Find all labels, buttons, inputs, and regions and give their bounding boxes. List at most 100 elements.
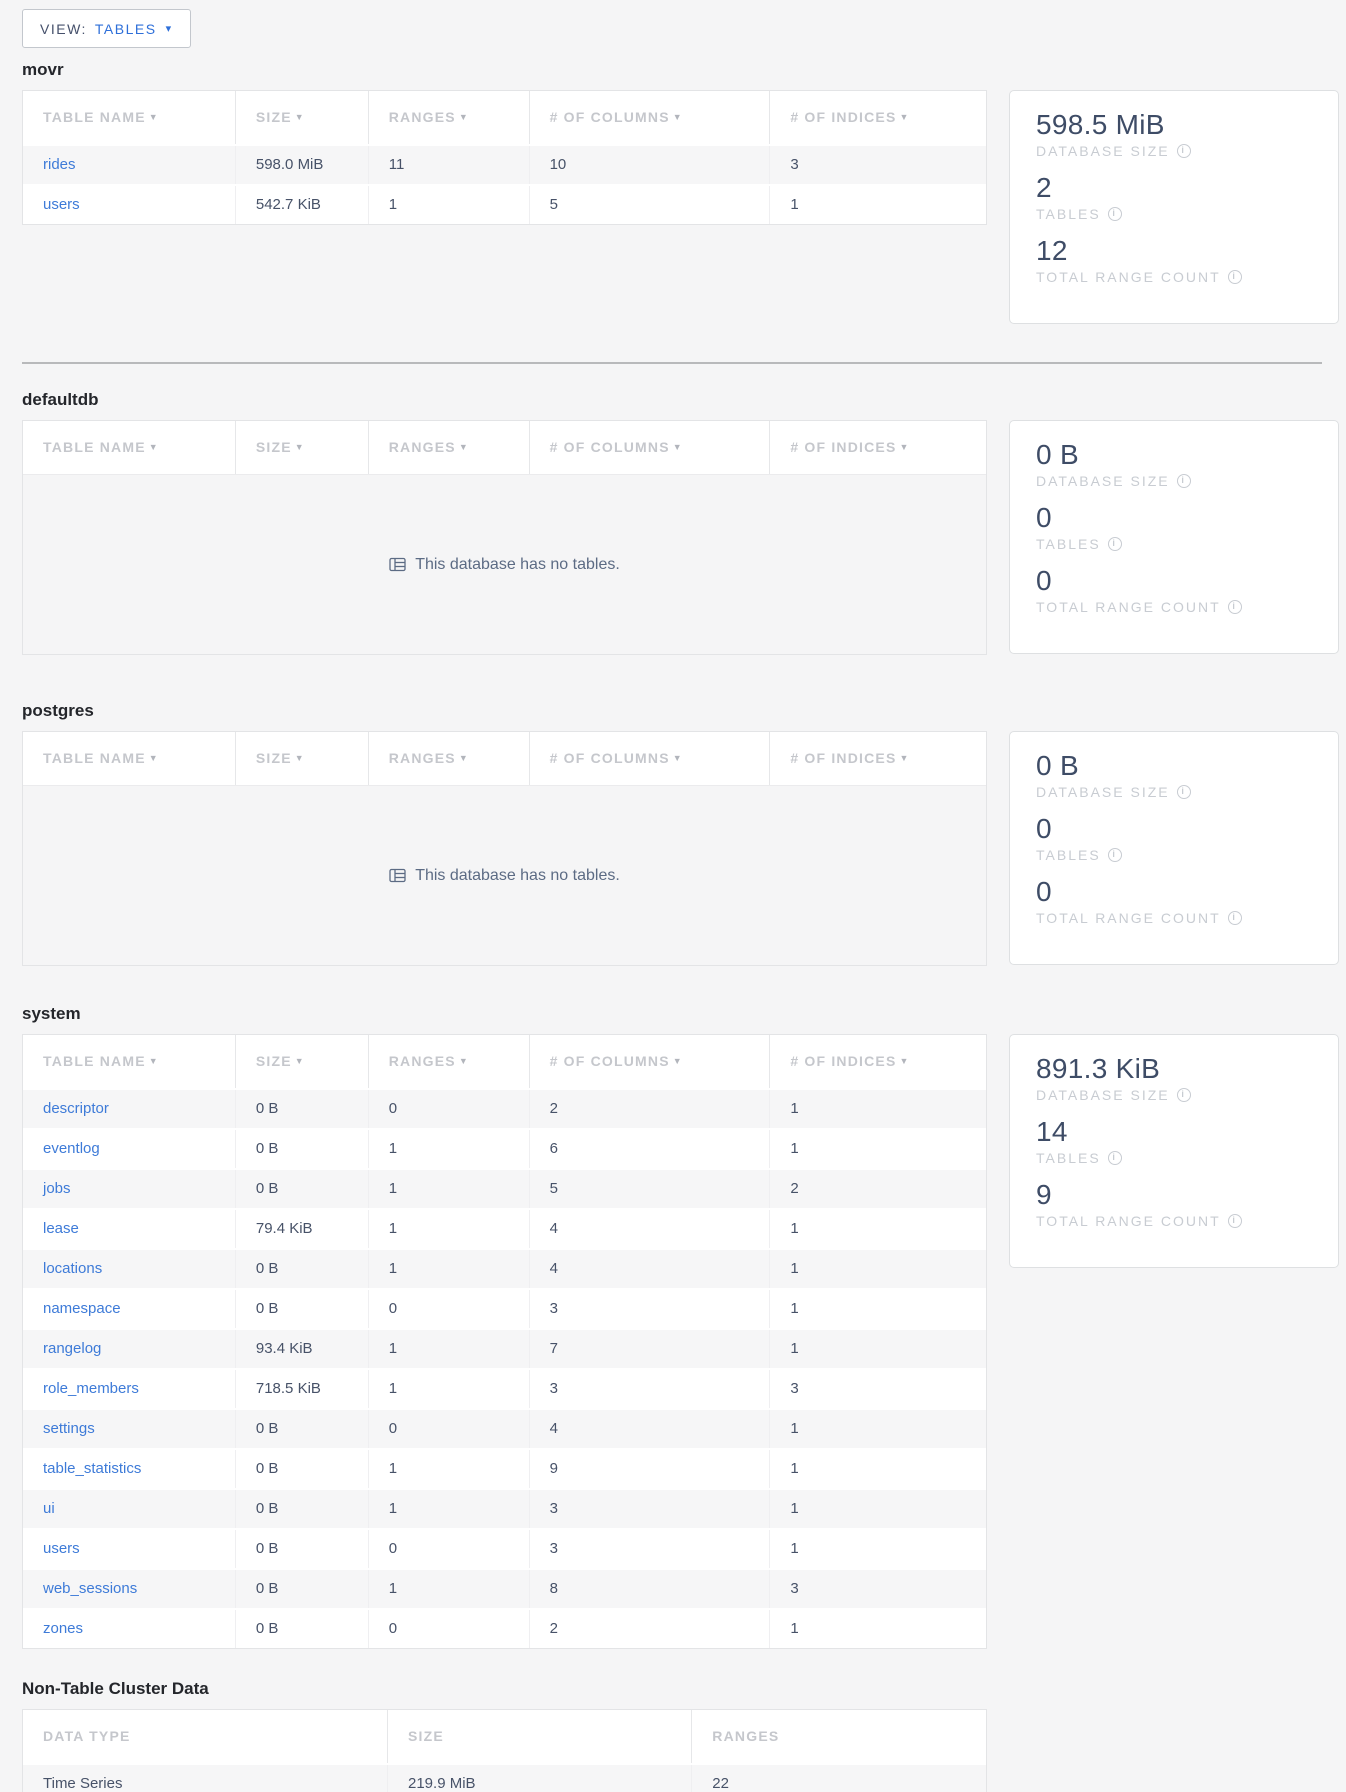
column-header-ranges[interactable]: RANGES▼ xyxy=(368,421,529,474)
column-header-columns[interactable]: # OF COLUMNS▼ xyxy=(529,91,770,144)
view-dropdown[interactable]: VIEW: TABLES ▾ xyxy=(22,9,191,48)
range-count-value: 9 xyxy=(1036,1178,1328,1212)
columns-cell: 2 xyxy=(529,1610,770,1648)
info-icon[interactable]: i xyxy=(1228,911,1242,925)
table-name-link[interactable]: descriptor xyxy=(43,1100,109,1117)
info-icon[interactable]: i xyxy=(1228,270,1242,284)
column-header-table-name[interactable]: TABLE NAME▼ xyxy=(23,421,235,474)
database-title: postgres xyxy=(22,701,1338,721)
table-name-cell: zones xyxy=(23,1610,235,1648)
range-count-value: 0 xyxy=(1036,875,1328,909)
chevron-down-icon: ▾ xyxy=(166,22,173,35)
ranges-cell: 1 xyxy=(368,1130,529,1168)
info-icon[interactable]: i xyxy=(1108,207,1122,221)
table-name-cell: rangelog xyxy=(23,1330,235,1368)
database-size-label: DATABASE SIZEi xyxy=(1036,143,1328,159)
table-name-link[interactable]: ui xyxy=(43,1500,55,1517)
table-name-link[interactable]: users xyxy=(43,1540,80,1557)
sort-desc-icon: ▼ xyxy=(673,112,683,122)
table-name-link[interactable]: role_members xyxy=(43,1380,139,1397)
column-header-size[interactable]: SIZE▼ xyxy=(235,421,368,474)
table-name-link[interactable]: jobs xyxy=(43,1180,71,1197)
column-header-indices[interactable]: # OF INDICES▼ xyxy=(769,732,986,785)
info-icon[interactable]: i xyxy=(1108,848,1122,862)
database-stats-card: 0 B DATABASE SIZEi 0 TABLESi 0 TOTAL RAN… xyxy=(1009,420,1339,654)
size-cell: 0 B xyxy=(235,1090,368,1128)
table-name-link[interactable]: settings xyxy=(43,1420,95,1437)
table-name-link[interactable]: eventlog xyxy=(43,1140,100,1157)
database-title: movr xyxy=(22,60,1338,80)
table-row: users 542.7 KiB 1 5 1 xyxy=(23,184,986,224)
empty-table-message: This database has no tables. xyxy=(415,867,620,885)
columns-cell: 9 xyxy=(529,1450,770,1488)
column-header-data-type: DATA TYPE xyxy=(23,1710,387,1763)
column-header-columns[interactable]: # OF COLUMNS▼ xyxy=(529,732,770,785)
info-icon[interactable]: i xyxy=(1108,1151,1122,1165)
table-name-link[interactable]: web_sessions xyxy=(43,1580,137,1597)
table-name-link[interactable]: rides xyxy=(43,156,76,173)
info-icon[interactable]: i xyxy=(1177,144,1191,158)
info-icon[interactable]: i xyxy=(1177,785,1191,799)
columns-cell: 7 xyxy=(529,1330,770,1368)
sort-desc-icon: ▼ xyxy=(149,753,159,763)
tables-count-value: 2 xyxy=(1036,171,1328,205)
table-name-cell: users xyxy=(23,186,235,224)
table-header-row: TABLE NAME▼ SIZE▼ RANGES▼ # OF COLUMNS▼ … xyxy=(23,91,986,144)
table-row: web_sessions 0 B 1 8 3 xyxy=(23,1568,986,1608)
column-header-indices[interactable]: # OF INDICES▼ xyxy=(769,1035,986,1088)
sort-desc-icon: ▼ xyxy=(673,442,683,452)
ranges-cell: 0 xyxy=(368,1290,529,1328)
table-name-link[interactable]: rangelog xyxy=(43,1340,101,1357)
table-name-link[interactable]: lease xyxy=(43,1220,79,1237)
table-name-cell: descriptor xyxy=(23,1090,235,1128)
table-name-link[interactable]: namespace xyxy=(43,1300,121,1317)
empty-table-message: This database has no tables. xyxy=(415,556,620,574)
columns-cell: 3 xyxy=(529,1530,770,1568)
info-icon[interactable]: i xyxy=(1228,1214,1242,1228)
database-title: system xyxy=(22,1004,1338,1024)
empty-table-state: This database has no tables. xyxy=(23,474,986,654)
indices-cell: 2 xyxy=(769,1170,986,1208)
columns-cell: 10 xyxy=(529,146,770,184)
columns-cell: 4 xyxy=(529,1210,770,1248)
tables-table: TABLE NAME▼ SIZE▼ RANGES▼ # OF COLUMNS▼ … xyxy=(22,420,987,655)
indices-cell: 3 xyxy=(769,1370,986,1408)
info-icon[interactable]: i xyxy=(1177,474,1191,488)
column-header-size[interactable]: SIZE▼ xyxy=(235,732,368,785)
table-name-link[interactable]: users xyxy=(43,196,80,213)
table-row: namespace 0 B 0 3 1 xyxy=(23,1288,986,1328)
column-header-ranges[interactable]: RANGES▼ xyxy=(368,1035,529,1088)
column-header-table-name[interactable]: TABLE NAME▼ xyxy=(23,732,235,785)
column-header-size[interactable]: SIZE▼ xyxy=(235,91,368,144)
column-header-columns[interactable]: # OF COLUMNS▼ xyxy=(529,421,770,474)
info-icon[interactable]: i xyxy=(1228,600,1242,614)
indices-cell: 1 xyxy=(769,1610,986,1648)
table-name-link[interactable]: zones xyxy=(43,1620,83,1637)
column-header-table-name[interactable]: TABLE NAME▼ xyxy=(23,1035,235,1088)
info-icon[interactable]: i xyxy=(1177,1088,1191,1102)
column-header-ranges[interactable]: RANGES▼ xyxy=(368,91,529,144)
table-name-link[interactable]: table_statistics xyxy=(43,1460,141,1477)
column-header-columns[interactable]: # OF COLUMNS▼ xyxy=(529,1035,770,1088)
size-cell: 718.5 KiB xyxy=(235,1370,368,1408)
sort-desc-icon: ▼ xyxy=(900,1056,910,1066)
info-icon[interactable]: i xyxy=(1108,537,1122,551)
indices-cell: 1 xyxy=(769,1410,986,1448)
size-cell: 0 B xyxy=(235,1490,368,1528)
column-header-indices[interactable]: # OF INDICES▼ xyxy=(769,421,986,474)
sort-desc-icon: ▼ xyxy=(295,753,305,763)
indices-cell: 1 xyxy=(769,1450,986,1488)
columns-cell: 4 xyxy=(529,1250,770,1288)
sort-desc-icon: ▼ xyxy=(295,1056,305,1066)
column-header-indices[interactable]: # OF INDICES▼ xyxy=(769,91,986,144)
table-name-cell: eventlog xyxy=(23,1130,235,1168)
tables-count-label: TABLESi xyxy=(1036,206,1328,222)
columns-cell: 3 xyxy=(529,1290,770,1328)
column-header-table-name[interactable]: TABLE NAME▼ xyxy=(23,91,235,144)
table-name-link[interactable]: locations xyxy=(43,1260,102,1277)
database-size-label: DATABASE SIZEi xyxy=(1036,473,1328,489)
column-header-ranges[interactable]: RANGES▼ xyxy=(368,732,529,785)
column-header-size[interactable]: SIZE▼ xyxy=(235,1035,368,1088)
tables-count-label: TABLESi xyxy=(1036,1150,1328,1166)
range-count-value: 12 xyxy=(1036,234,1328,268)
